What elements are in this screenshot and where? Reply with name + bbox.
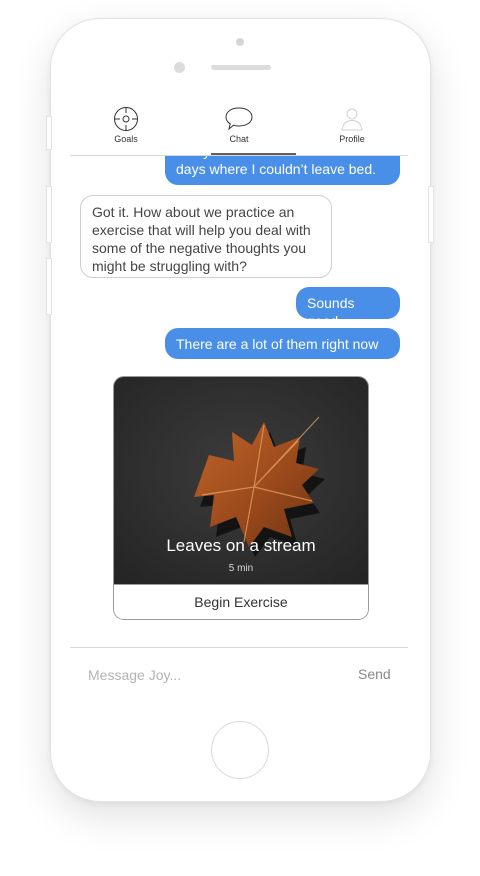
- side-button: [428, 186, 434, 243]
- composer-divider: [70, 647, 408, 648]
- speech-bubble-icon: [225, 107, 253, 131]
- proximity-sensor: [236, 38, 244, 46]
- tab-profile[interactable]: Profile: [312, 106, 392, 144]
- tab-profile-label: Profile: [339, 134, 365, 144]
- tab-chat-label: Chat: [229, 134, 249, 144]
- tab-chat[interactable]: Chat: [199, 106, 279, 144]
- exercise-title: Leaves on a stream: [166, 536, 316, 555]
- tab-goals-label: Goals: [114, 134, 138, 144]
- top-nav: Goals Chat Profile: [70, 100, 408, 156]
- message-list: today. Kinda felt like one of those days…: [70, 100, 408, 640]
- side-button: [46, 258, 52, 315]
- user-message: There are a lot of them right now: [165, 328, 400, 359]
- message-input[interactable]: [88, 665, 318, 685]
- bot-message: Got it. How about we practice an exercis…: [80, 195, 332, 278]
- side-button: [46, 116, 52, 150]
- user-message: Sounds good: [296, 287, 400, 329]
- crosshair-icon: [114, 107, 138, 131]
- exercise-duration: 5 min: [228, 563, 254, 574]
- side-button: [46, 186, 52, 243]
- tab-goals[interactable]: Goals: [86, 106, 166, 144]
- begin-exercise-button[interactable]: Begin Exercise: [114, 584, 368, 619]
- earpiece-speaker: [211, 65, 271, 70]
- home-button[interactable]: [211, 721, 269, 779]
- leaf-image: Leaves on a stream 5 min: [114, 377, 368, 584]
- exercise-card[interactable]: Leaves on a stream 5 min Begin Exercise: [113, 376, 369, 620]
- app-screen: today. Kinda felt like one of those days…: [70, 100, 408, 700]
- nav-divider: [70, 155, 408, 156]
- send-button[interactable]: Send: [358, 666, 391, 682]
- front-camera: [174, 62, 185, 73]
- person-icon: [341, 108, 363, 131]
